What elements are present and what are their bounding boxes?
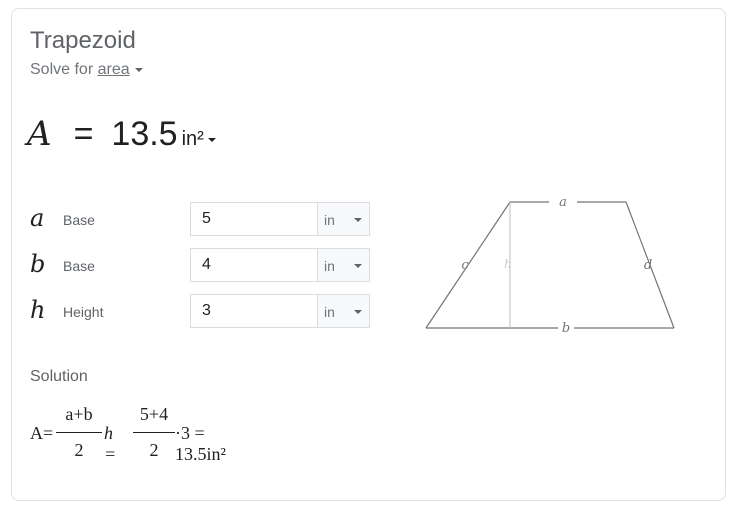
solve-for-target-link[interactable]: area [98, 61, 130, 78]
input-row-h: h Height in [30, 294, 370, 328]
height-unit-select[interactable]: in [317, 294, 370, 328]
result-unit-label: in² [181, 128, 204, 150]
input-row-a: a Base in [30, 202, 370, 236]
input-label: Height [63, 304, 104, 320]
formula-frac2-bar [133, 432, 175, 433]
input-symbol: a [30, 204, 45, 232]
base-a-input[interactable] [190, 202, 317, 236]
input-row-b: b Base in [30, 248, 370, 282]
unit-label: in [324, 212, 335, 228]
input-label: Base [63, 212, 95, 228]
input-label: Base [63, 258, 95, 274]
formula-lhs: A= [30, 423, 54, 443]
result-unit-selector[interactable]: in² [182, 128, 216, 151]
label-a: a [559, 195, 567, 210]
solve-for-prefix: Solve for [30, 61, 94, 78]
formula-frac1-denominator: 2 [74, 440, 84, 460]
input-symbol: b [30, 250, 46, 278]
trapezoid-diagram: a b c d h [425, 195, 675, 336]
formula-tail: ·3 = 13.5in² [175, 423, 226, 464]
base-a-unit-select[interactable]: in [317, 202, 370, 236]
formula-frac2-denominator: 2 [149, 440, 159, 460]
result-display: A = 13.5 in² [27, 114, 216, 158]
solve-for-selector[interactable]: Solve for area [30, 61, 143, 79]
label-c: c [461, 258, 469, 273]
input-symbol: h [30, 296, 46, 324]
formula-frac1-numerator: a+b [65, 404, 93, 424]
solution-heading: Solution [30, 368, 88, 385]
calculator-title: Trapezoid [30, 27, 136, 54]
base-b-unit-select[interactable]: in [317, 248, 370, 282]
chevron-down-icon[interactable] [207, 137, 216, 142]
label-b: b [562, 321, 570, 336]
base-b-input[interactable] [190, 248, 317, 282]
formula-frac1-bar [56, 432, 102, 433]
unit-label: in [324, 304, 335, 320]
chevron-down-icon[interactable] [134, 67, 143, 72]
result-variable: A [27, 114, 52, 154]
dropdown-arrow-icon[interactable] [354, 218, 362, 222]
dropdown-arrow-icon[interactable] [354, 264, 362, 268]
label-h: h [504, 257, 512, 271]
dropdown-arrow-icon[interactable] [354, 310, 362, 314]
formula-h-eq: h = [104, 423, 117, 464]
result-equals: = [73, 115, 94, 153]
formula-frac2-numerator: 5+4 [139, 404, 169, 424]
label-d: d [644, 258, 652, 273]
height-input[interactable] [190, 294, 317, 328]
unit-label: in [324, 258, 335, 274]
result-value: 13.5 [111, 115, 178, 153]
